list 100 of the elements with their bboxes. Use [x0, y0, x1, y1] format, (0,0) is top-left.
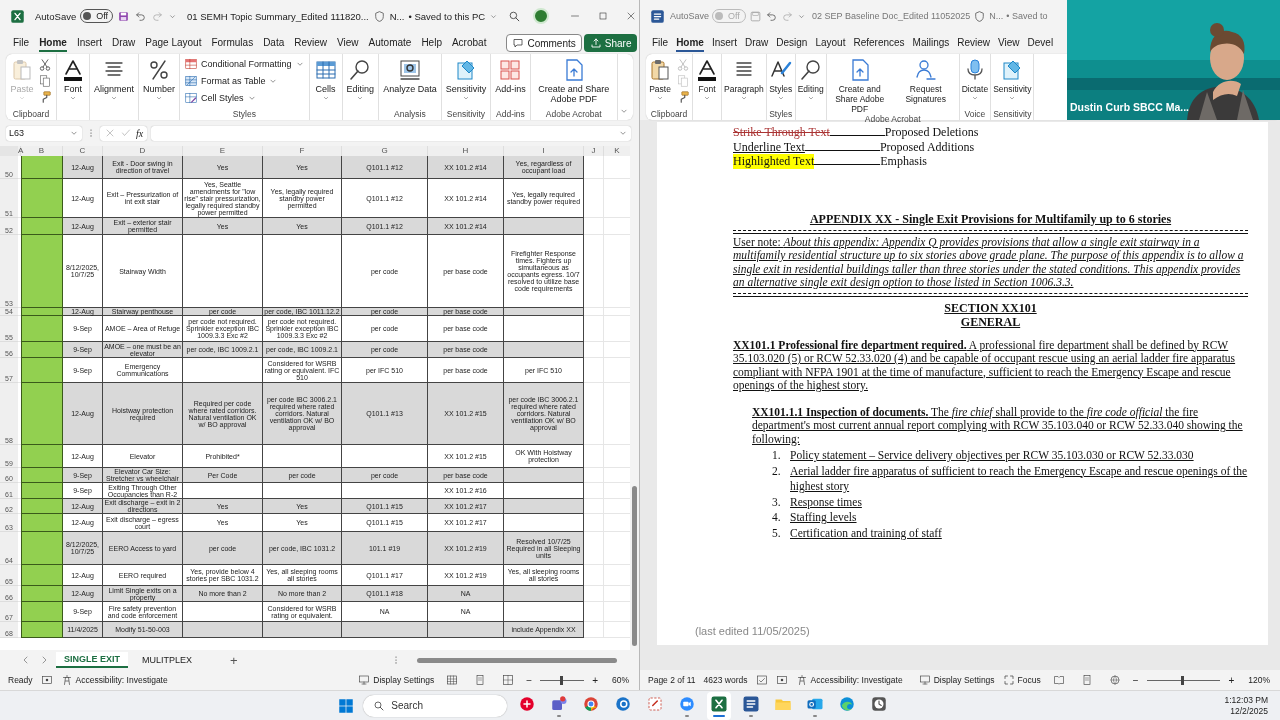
- add-sheet-button[interactable]: +: [230, 652, 238, 668]
- group-label: Clipboard: [12, 109, 50, 119]
- status-text: Ready: [8, 675, 33, 685]
- ribbon-tab[interactable]: Mailings: [912, 34, 950, 52]
- sheet-tab[interactable]: MULITPLEX: [134, 652, 201, 668]
- sheet-tab[interactable]: SINGLE EXIT: [56, 652, 128, 668]
- list-item: Response times: [790, 494, 862, 510]
- ribbon-button[interactable]: Editing: [797, 56, 824, 102]
- ribbon-tab[interactable]: Devel: [1027, 34, 1054, 52]
- save-status[interactable]: • Saved to: [1006, 11, 1048, 21]
- list-number: 2.: [772, 463, 782, 479]
- list-item: Aerial ladder fire apparatus of sufficient to reach the Emergency Escape and rescue openings of the highest story: [790, 463, 1248, 495]
- ribbon-tab[interactable]: Automate: [368, 34, 412, 52]
- ribbon-tab[interactable]: View: [337, 34, 359, 52]
- list-number: 1.: [772, 448, 782, 463]
- ribbon-button[interactable]: Paragraph: [724, 56, 764, 102]
- zoom-out-button[interactable]: −: [1132, 674, 1139, 686]
- page-count[interactable]: Page 2 of 11: [648, 675, 696, 685]
- ribbon-tab[interactable]: Review: [294, 34, 328, 52]
- ribbon-tab[interactable]: Data: [263, 34, 285, 52]
- ribbon-tab[interactable]: Help: [421, 34, 442, 52]
- list-number: 5.: [772, 525, 782, 541]
- ribbon-tab[interactable]: Page Layout: [145, 34, 202, 52]
- ribbon-button[interactable]: Cell Styles: [184, 91, 305, 105]
- ribbon-button[interactable]: Sensitivity: [993, 56, 1032, 102]
- legend-sample: Strike Through Text: [733, 125, 830, 140]
- zoom-level[interactable]: 120%: [1248, 675, 1270, 685]
- ribbon-tab[interactable]: Insert: [76, 34, 102, 52]
- ribbon-button[interactable]: Analyze Data: [383, 56, 437, 94]
- zoom-level[interactable]: 60%: [612, 675, 629, 685]
- group-label: Analysis: [394, 109, 426, 119]
- clock-date[interactable]: 12/2/2025: [1230, 705, 1268, 717]
- ribbon-tab[interactable]: Draw: [744, 34, 769, 52]
- zoom-in-button[interactable]: +: [1228, 674, 1235, 686]
- ribbon-button[interactable]: Add-ins: [495, 56, 526, 94]
- ribbon-tab[interactable]: References: [853, 34, 905, 52]
- group-label: Styles: [232, 109, 256, 119]
- accessibility-button[interactable]: Accessibility: Investigate: [795, 674, 903, 686]
- ribbon-tab[interactable]: Home: [39, 34, 67, 52]
- accessibility-button[interactable]: Accessibility: Investigate: [60, 674, 168, 686]
- ribbon-button[interactable]: Conditional Formatting: [184, 57, 305, 71]
- legend-sample: Underline Text: [733, 139, 805, 154]
- clock-time[interactable]: 1:12:03 PM: [1224, 694, 1268, 706]
- search-field[interactable]: Search: [363, 694, 508, 717]
- group-label: Clipboard: [650, 109, 688, 119]
- participant-name: Dustin Curb SBCC Ma...: [1070, 101, 1189, 113]
- ribbon-button[interactable]: Sensitivity: [445, 56, 487, 102]
- sensitivity-label: N...: [989, 11, 1004, 21]
- ribbon-button[interactable]: Create and Share Adobe PDF: [534, 56, 613, 104]
- zoom-in-button[interactable]: +: [592, 674, 598, 686]
- group-label: Add-ins: [496, 109, 525, 119]
- column-header[interactable]: J: [584, 146, 604, 156]
- legend-meaning: Emphasis: [880, 154, 927, 169]
- ribbon-button[interactable]: Font: [695, 56, 719, 102]
- group-label: Adobe Acrobat: [545, 109, 602, 119]
- ribbon-tab[interactable]: View: [998, 34, 1020, 52]
- sensitivity-label: N...: [389, 10, 405, 22]
- group-label: Adobe Acrobat: [864, 114, 921, 124]
- ribbon-tab[interactable]: Home: [676, 34, 704, 52]
- ribbon-button[interactable]: Alignment: [94, 56, 135, 102]
- group-label: Styles: [769, 109, 793, 119]
- focus-button[interactable]: Focus: [1002, 674, 1041, 686]
- ribbon-button[interactable]: Font: [61, 56, 85, 102]
- ribbon-tab[interactable]: Formulas: [211, 34, 254, 52]
- ribbon-tab[interactable]: File: [652, 34, 669, 52]
- ribbon-button[interactable]: Request Signatures: [894, 56, 957, 104]
- ribbon-button[interactable]: Paste: [648, 56, 672, 102]
- group-label: Voice: [964, 109, 986, 119]
- ribbon-tab[interactable]: File: [13, 34, 30, 52]
- legend-meaning: Proposed Additions: [879, 139, 975, 154]
- comments-button[interactable]: Comments: [506, 34, 582, 52]
- ribbon-tab[interactable]: Draw: [111, 34, 136, 52]
- ribbon-button[interactable]: Editing: [346, 56, 375, 102]
- ribbon-button[interactable]: Create and Share Adobe PDF: [828, 56, 891, 114]
- group-label: Sensitivity: [993, 109, 1032, 119]
- ribbon-tab[interactable]: Review: [957, 34, 991, 52]
- ribbon-tab[interactable]: Insert: [711, 34, 737, 52]
- display-settings-button[interactable]: Display Settings: [918, 674, 995, 686]
- group-label: Sensitivity: [446, 109, 486, 119]
- ribbon-button[interactable]: Styles: [768, 56, 793, 102]
- appendix-title: APPENDIX XX - Single Exit Provisions for Multifamily up to 6 stories: [809, 211, 1172, 226]
- user-note: User note: About this appendix: Appendix Q provides provisions that allow a single exit stairway in a multifamily residential structure up to six stories above grade plane. The purpose of this appendix is to allow a single exit in residential buildings taller than three stories under the stated conditions. This appendix provides an alternative single exit design option to those listed in Section 1006.3.3.: [733, 235, 1245, 290]
- legend-meaning: Proposed Deletions: [884, 125, 979, 140]
- section-heading: SECTION XX101: [944, 300, 1037, 315]
- ribbon-button[interactable]: Dictate: [961, 56, 989, 102]
- share-button[interactable]: Share: [583, 34, 638, 52]
- ribbon-tab[interactable]: Layout: [815, 34, 846, 52]
- ribbon-tab[interactable]: Design: [776, 34, 808, 52]
- word-count[interactable]: 4623 words: [703, 675, 748, 685]
- ribbon-button[interactable]: Format as Table: [184, 74, 305, 88]
- insert-function-button[interactable]: fx: [136, 127, 144, 139]
- list-item: Policy statement – Service delivery objectives per RCW 35.103.030 or RCW 52.33.030: [790, 448, 1194, 464]
- ribbon-tab[interactable]: Acrobat: [451, 34, 487, 52]
- display-settings-button[interactable]: Display Settings: [358, 674, 435, 686]
- ribbon-button[interactable]: Number: [143, 56, 176, 102]
- save-status[interactable]: • Saved to this PC: [408, 10, 486, 22]
- name-box[interactable]: L63: [6, 125, 82, 141]
- ribbon-button[interactable]: Cells: [313, 56, 338, 102]
- zoom-out-button[interactable]: −: [526, 674, 533, 686]
- paragraph: XX101.1.1 Inspection of documents. The fire chief shall provide to the fire code official the fire department's most current annual report complying with RCW 35.103.040 or RCW 52.33.040 showing the following:: [752, 405, 1244, 446]
